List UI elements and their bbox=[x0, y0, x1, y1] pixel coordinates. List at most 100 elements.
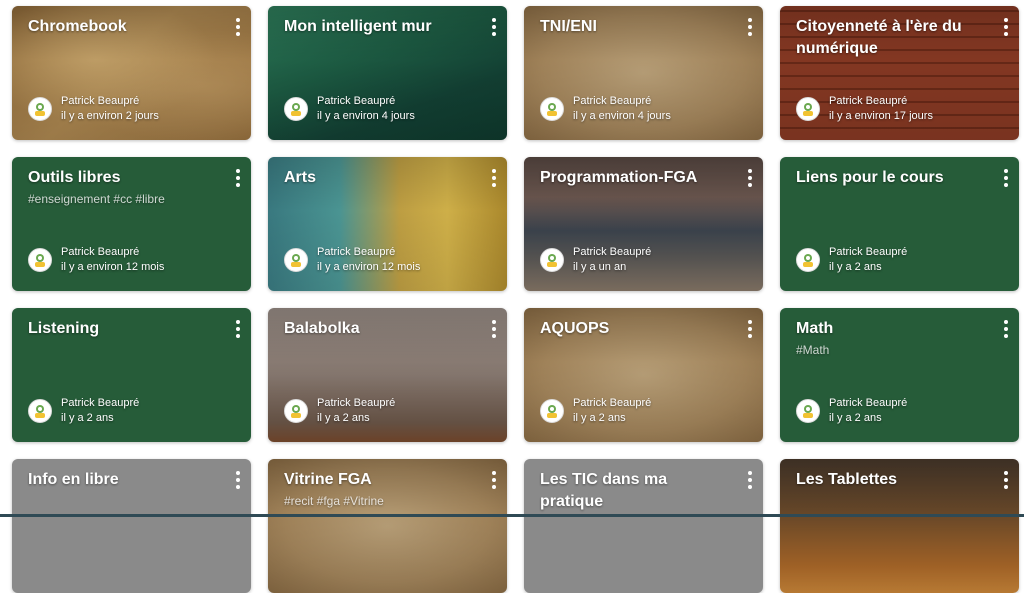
card-author: Patrick Beaupré il y a 2 ans bbox=[796, 245, 907, 275]
card-title: Citoyenneté à l'ère du numérique bbox=[796, 18, 962, 57]
more-vert-icon[interactable] bbox=[743, 16, 757, 38]
author-name: Patrick Beaupré bbox=[573, 246, 652, 258]
more-vert-icon[interactable] bbox=[743, 318, 757, 340]
card-title: Les Tablettes bbox=[796, 471, 898, 488]
card-title: AQUOPS bbox=[540, 320, 610, 337]
card-author: Patrick Beaupré il y a environ 12 mois bbox=[28, 245, 164, 275]
card-title: Arts bbox=[284, 169, 317, 186]
card-timestamp: il y a environ 12 mois bbox=[317, 261, 421, 273]
card-timestamp: il y a 2 ans bbox=[829, 412, 882, 424]
more-vert-icon[interactable] bbox=[231, 16, 245, 38]
card-title: Liens pour le cours bbox=[796, 169, 944, 186]
padlet-card-aquops[interactable]: AQUOPS Patrick Beaupré il y a 2 ans bbox=[524, 308, 763, 442]
avatar-icon bbox=[284, 248, 308, 272]
padlet-card-vitrine-fga[interactable]: Vitrine FGA #recit #fga #Vitrine bbox=[268, 459, 507, 593]
padlet-card-citoyennete[interactable]: Citoyenneté à l'ère du numérique Patrick… bbox=[780, 6, 1019, 140]
avatar-icon bbox=[28, 248, 52, 272]
more-vert-icon[interactable] bbox=[743, 167, 757, 189]
card-timestamp: il y a 2 ans bbox=[61, 412, 114, 424]
card-author: Patrick Beaupré il y a 2 ans bbox=[28, 396, 139, 426]
card-timestamp: il y a environ 4 jours bbox=[573, 110, 671, 122]
author-name: Patrick Beaupré bbox=[573, 397, 652, 409]
card-author: Patrick Beaupré il y a 2 ans bbox=[796, 396, 907, 426]
card-timestamp: il y a 2 ans bbox=[829, 261, 882, 273]
card-timestamp: il y a 2 ans bbox=[317, 412, 370, 424]
more-vert-icon[interactable] bbox=[999, 318, 1013, 340]
card-author: Patrick Beaupré il y a environ 2 jours bbox=[28, 94, 159, 124]
card-title: Balabolka bbox=[284, 320, 360, 337]
card-author: Patrick Beaupré il y a un an bbox=[540, 245, 651, 275]
avatar-icon bbox=[540, 399, 564, 423]
more-vert-icon[interactable] bbox=[487, 16, 501, 38]
author-name: Patrick Beaupré bbox=[61, 246, 140, 258]
avatar-icon bbox=[796, 248, 820, 272]
avatar-icon bbox=[540, 97, 564, 121]
padlet-card-listening[interactable]: Listening Patrick Beaupré il y a 2 ans bbox=[12, 308, 251, 442]
padlet-card-math[interactable]: Math #Math Patrick Beaupré il y a 2 ans bbox=[780, 308, 1019, 442]
padlet-card-mon-intelligent-mur[interactable]: Mon intelligent mur Patrick Beaupré il y… bbox=[268, 6, 507, 140]
card-title: Math bbox=[796, 320, 834, 337]
card-timestamp: il y a un an bbox=[573, 261, 627, 273]
padlet-card-tic-pratique[interactable]: Les TIC dans ma pratique bbox=[524, 459, 763, 593]
card-author: Patrick Beaupré il y a environ 4 jours bbox=[540, 94, 671, 124]
avatar-icon bbox=[796, 399, 820, 423]
author-name: Patrick Beaupré bbox=[317, 397, 396, 409]
card-author: Patrick Beaupré il y a environ 4 jours bbox=[284, 94, 415, 124]
more-vert-icon[interactable] bbox=[999, 167, 1013, 189]
avatar-icon bbox=[28, 399, 52, 423]
padlet-card-outils-libres[interactable]: Outils libres #enseignement #cc #libre P… bbox=[12, 157, 251, 291]
avatar-icon bbox=[28, 97, 52, 121]
card-title: Programmation-FGA bbox=[540, 169, 698, 186]
card-title: Info en libre bbox=[28, 471, 119, 488]
card-tags: #Math bbox=[796, 343, 830, 357]
padlet-card-balabolka[interactable]: Balabolka Patrick Beaupré il y a 2 ans bbox=[268, 308, 507, 442]
card-title: Chromebook bbox=[28, 18, 127, 35]
card-title: Listening bbox=[28, 320, 100, 337]
author-name: Patrick Beaupré bbox=[829, 246, 908, 258]
card-timestamp: il y a 2 ans bbox=[573, 412, 626, 424]
avatar-icon bbox=[284, 97, 308, 121]
padlet-grid: Chromebook Patrick Beaupré il y a enviro… bbox=[12, 6, 1019, 593]
more-vert-icon[interactable] bbox=[231, 469, 245, 491]
card-author: Patrick Beaupré il y a environ 17 jours bbox=[796, 94, 933, 124]
card-timestamp: il y a environ 12 mois bbox=[61, 261, 165, 273]
card-title: TNI/ENI bbox=[540, 18, 597, 35]
padlet-card-les-tablettes[interactable]: Les Tablettes bbox=[780, 459, 1019, 593]
author-name: Patrick Beaupré bbox=[317, 246, 396, 258]
card-timestamp: il y a environ 2 jours bbox=[61, 110, 159, 122]
card-author: Patrick Beaupré il y a 2 ans bbox=[540, 396, 651, 426]
more-vert-icon[interactable] bbox=[231, 167, 245, 189]
card-title: Les TIC dans ma pratique bbox=[540, 471, 668, 510]
avatar-icon bbox=[796, 97, 820, 121]
author-name: Patrick Beaupré bbox=[317, 95, 396, 107]
card-title: Vitrine FGA bbox=[284, 471, 372, 488]
more-vert-icon[interactable] bbox=[487, 318, 501, 340]
author-name: Patrick Beaupré bbox=[573, 95, 652, 107]
card-author: Patrick Beaupré il y a 2 ans bbox=[284, 396, 395, 426]
more-vert-icon[interactable] bbox=[999, 469, 1013, 491]
card-title: Outils libres bbox=[28, 169, 121, 186]
more-vert-icon[interactable] bbox=[487, 469, 501, 491]
more-vert-icon[interactable] bbox=[999, 16, 1013, 38]
padlet-card-arts[interactable]: Arts Patrick Beaupré il y a environ 12 m… bbox=[268, 157, 507, 291]
author-name: Patrick Beaupré bbox=[61, 397, 140, 409]
author-name: Patrick Beaupré bbox=[829, 397, 908, 409]
author-name: Patrick Beaupré bbox=[829, 95, 908, 107]
avatar-icon bbox=[540, 248, 564, 272]
more-vert-icon[interactable] bbox=[231, 318, 245, 340]
more-vert-icon[interactable] bbox=[743, 469, 757, 491]
card-timestamp: il y a environ 17 jours bbox=[829, 110, 933, 122]
card-timestamp: il y a environ 4 jours bbox=[317, 110, 415, 122]
card-title: Mon intelligent mur bbox=[284, 18, 432, 35]
card-tags: #recit #fga #Vitrine bbox=[284, 494, 384, 508]
padlet-card-liens-pour-le-cours[interactable]: Liens pour le cours Patrick Beaupré il y… bbox=[780, 157, 1019, 291]
more-vert-icon[interactable] bbox=[487, 167, 501, 189]
avatar-icon bbox=[284, 399, 308, 423]
padlet-card-chromebook[interactable]: Chromebook Patrick Beaupré il y a enviro… bbox=[12, 6, 251, 140]
card-author: Patrick Beaupré il y a environ 12 mois bbox=[284, 245, 420, 275]
padlet-card-info-en-libre[interactable]: Info en libre bbox=[12, 459, 251, 593]
author-name: Patrick Beaupré bbox=[61, 95, 140, 107]
card-tags: #enseignement #cc #libre bbox=[28, 192, 165, 206]
padlet-card-programmation-fga[interactable]: Programmation-FGA Patrick Beaupré il y a… bbox=[524, 157, 763, 291]
padlet-card-tni-eni[interactable]: TNI/ENI Patrick Beaupré il y a environ 4… bbox=[524, 6, 763, 140]
